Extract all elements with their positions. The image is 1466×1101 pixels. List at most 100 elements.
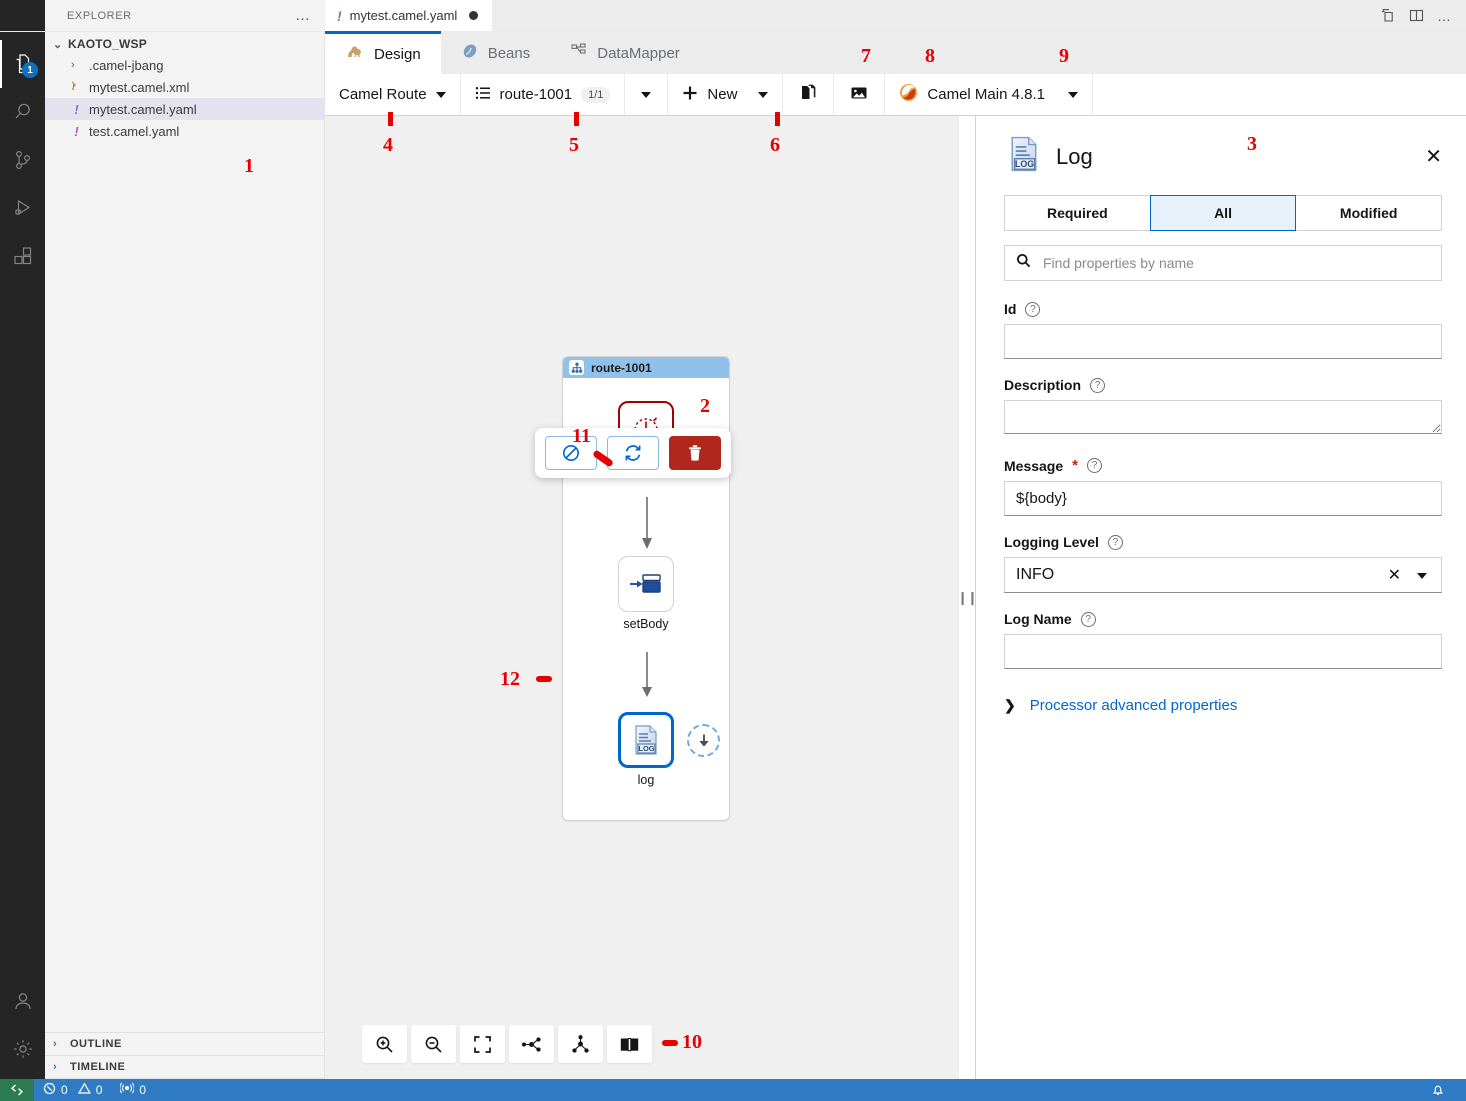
route-canvas[interactable]: route-1001 <box>325 116 958 1079</box>
sidebar-item-search[interactable] <box>0 88 45 136</box>
sidebar-item-run-and-debug[interactable] <box>0 184 45 232</box>
field-label: Id ? <box>1004 301 1442 317</box>
route-selector-button[interactable]: route-1001 1/1 <box>461 74 625 115</box>
fit-to-screen-button[interactable] <box>460 1025 505 1063</box>
tree-item-mytest-camel-xml[interactable]: mytest.camel.xml <box>45 76 324 98</box>
editor-tab-strip: ! mytest.camel.yaml … <box>325 0 1466 31</box>
workspace-root-row[interactable]: ⌄ KAOTO_WSP <box>45 34 324 54</box>
chevron-down-icon <box>1068 92 1078 98</box>
bell-icon[interactable] <box>1422 1083 1454 1097</box>
error-count: 0 <box>61 1083 68 1097</box>
replace-step-button[interactable] <box>607 436 659 470</box>
node-label: log <box>638 773 655 787</box>
route-name-label: route-1001 <box>500 86 573 103</box>
runtime-group: Camel Main 4.8.1 <box>885 74 1093 115</box>
tree-item-label: .camel-jbang <box>89 58 163 73</box>
log-name-input[interactable] <box>1004 634 1442 669</box>
sidebar-item-extensions[interactable] <box>0 232 45 280</box>
runtime-selector-button[interactable]: Camel Main 4.8.1 <box>885 74 1092 115</box>
accounts-button[interactable] <box>0 977 45 1025</box>
chevron-right-icon: › <box>71 59 82 71</box>
delete-step-button[interactable] <box>669 436 721 470</box>
toggle-panel-icon[interactable] <box>1408 7 1425 24</box>
route-header[interactable]: route-1001 <box>563 357 729 378</box>
titlebar-more-icon[interactable]: … <box>1437 9 1452 23</box>
route-container[interactable]: route-1001 <box>562 356 730 821</box>
flow-type-group: Camel Route <box>325 74 461 115</box>
tree-item-camel-jbang[interactable]: › .camel-jbang <box>45 54 324 76</box>
layout-horizontal-button[interactable] <box>509 1025 554 1063</box>
sidebar-item-explorer[interactable]: 1 <box>0 40 45 88</box>
flow-type-label: Camel Route <box>339 86 427 103</box>
svg-text:LOG: LOG <box>1015 159 1034 169</box>
remote-window-button[interactable] <box>0 1079 34 1101</box>
layout-vertical-button[interactable] <box>558 1025 603 1063</box>
processor-advanced-properties-toggle[interactable]: ❯ Processor advanced properties <box>1004 697 1442 714</box>
panel-splitter[interactable]: ❙❙ <box>958 116 975 1079</box>
new-button[interactable]: New <box>668 74 782 115</box>
section-timeline[interactable]: › TIMELINE <box>45 1056 324 1079</box>
editor-tab-mytest-camel-yaml[interactable]: ! mytest.camel.yaml <box>325 0 492 31</box>
disable-step-button[interactable] <box>545 436 597 470</box>
node-shape[interactable] <box>618 556 674 612</box>
help-icon[interactable]: ? <box>1025 302 1040 317</box>
clear-icon[interactable]: ✕ <box>1378 565 1411 585</box>
split-editor-icon[interactable] <box>1379 7 1396 24</box>
flow-type-dropdown[interactable]: Camel Route <box>325 74 460 115</box>
logging-level-select[interactable]: INFO ✕ <box>1004 557 1442 593</box>
tab-beans[interactable]: Beans <box>441 32 551 74</box>
help-icon[interactable]: ? <box>1108 535 1123 550</box>
tab-label: Beans <box>488 45 531 62</box>
copy-source-button[interactable] <box>783 74 833 115</box>
zoom-out-button[interactable] <box>411 1025 456 1063</box>
filter-all-button[interactable]: All <box>1150 195 1297 231</box>
close-icon[interactable]: ✕ <box>1425 147 1442 167</box>
gear-icon[interactable] <box>0 1025 45 1073</box>
help-icon[interactable]: ? <box>1081 612 1096 627</box>
problems-status[interactable]: 0 0 <box>34 1082 111 1098</box>
field-label-text: Message <box>1004 458 1063 474</box>
status-bar: 0 0 0 <box>0 1079 1466 1101</box>
ports-status[interactable]: 0 <box>111 1082 155 1098</box>
node-log[interactable]: LOG log <box>618 712 674 787</box>
chevron-right-icon: › <box>53 1038 64 1050</box>
route-dropdown-toggle[interactable] <box>625 74 667 115</box>
advanced-link-label: Processor advanced properties <box>1030 697 1238 714</box>
tab-design[interactable]: Design <box>325 31 441 74</box>
message-input[interactable] <box>1004 481 1442 516</box>
tab-datamapper[interactable]: DataMapper <box>550 32 700 74</box>
log-file-icon: LOG <box>1004 134 1044 179</box>
chevron-right-icon: › <box>53 1061 64 1073</box>
section-label: TIMELINE <box>70 1061 125 1073</box>
section-outline[interactable]: › OUTLINE <box>45 1033 324 1056</box>
add-step-down-icon[interactable] <box>687 724 720 757</box>
properties-search[interactable] <box>1004 245 1442 281</box>
chevron-down-icon[interactable] <box>1411 566 1441 584</box>
node-setbody[interactable]: setBody <box>618 556 674 631</box>
help-icon[interactable]: ? <box>1090 378 1105 393</box>
description-textarea[interactable] <box>1004 400 1442 434</box>
export-image-button[interactable] <box>834 74 884 115</box>
zoom-in-button[interactable] <box>362 1025 407 1063</box>
explorer-more-icon[interactable]: … <box>295 8 311 23</box>
filter-required-button[interactable]: Required <box>1004 195 1151 231</box>
sidebar-item-source-control[interactable] <box>0 136 45 184</box>
canvas-tool-bar <box>362 1025 652 1063</box>
explorer-header: EXPLORER … <box>45 0 325 31</box>
route-count-badge: 1/1 <box>581 87 610 103</box>
explorer-sidebar: ⌄ KAOTO_WSP › .camel-jbang mytest.camel.… <box>45 32 325 1079</box>
tree-item-test-camel-yaml[interactable]: ! test.camel.yaml <box>45 120 324 142</box>
id-input[interactable] <box>1004 324 1442 359</box>
field-label-text: Log Name <box>1004 611 1072 627</box>
node-shape[interactable]: LOG <box>618 712 674 768</box>
ports-count: 0 <box>139 1083 146 1097</box>
tree-item-mytest-camel-yaml[interactable]: ! mytest.camel.yaml <box>45 98 324 120</box>
canvas-and-properties: route-1001 <box>325 116 1466 1079</box>
filter-modified-button[interactable]: Modified <box>1295 195 1442 231</box>
chevron-down-icon <box>758 92 768 98</box>
search-icon <box>1016 253 1031 273</box>
search-input[interactable] <box>1041 254 1430 272</box>
field-label-text: Logging Level <box>1004 534 1099 550</box>
toggle-legend-button[interactable] <box>607 1025 652 1063</box>
help-icon[interactable]: ? <box>1087 458 1102 473</box>
